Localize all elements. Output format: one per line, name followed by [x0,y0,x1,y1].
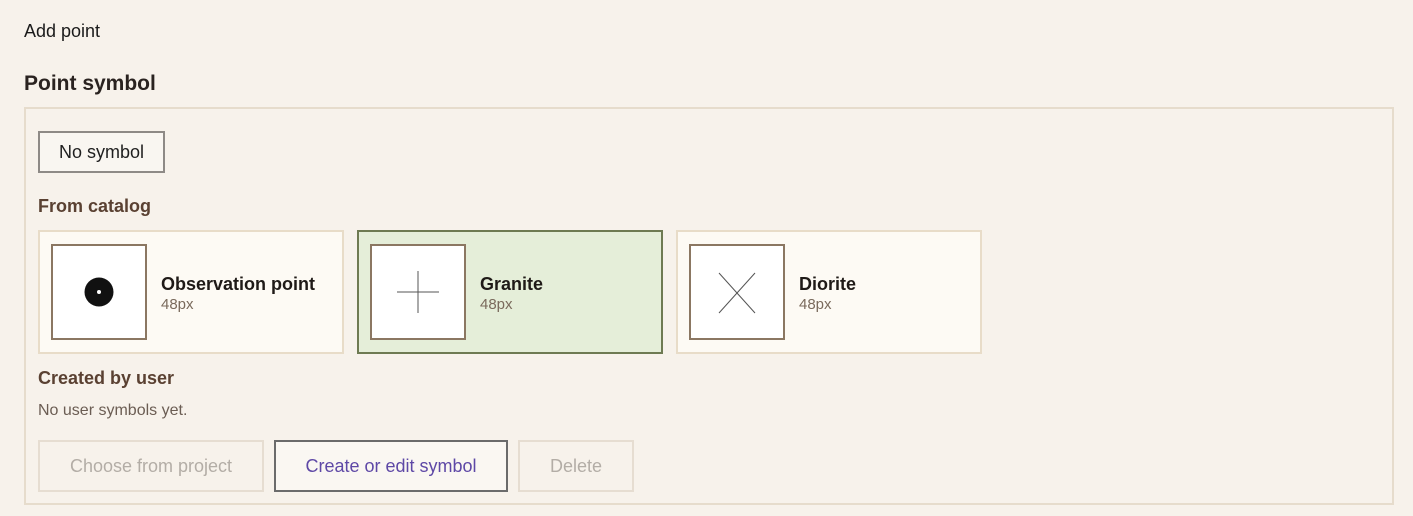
point-symbol-heading: Point symbol [24,72,156,95]
no-symbol-button[interactable]: No symbol [38,131,165,173]
symbol-name: Observation point [161,274,316,294]
catalog-card-granite[interactable]: Granite 48px [357,230,663,354]
symbol-name: Diorite [799,274,857,294]
symbol-size: 48px [480,296,513,313]
from-catalog-heading: From catalog [38,196,152,216]
plus-cross-icon [397,271,439,313]
page-title: Add point [24,21,101,41]
symbol-preview [689,244,785,340]
created-by-user-heading: Created by user [38,368,175,388]
filled-dot-icon [84,277,114,307]
choose-from-project-button[interactable]: Choose from project [38,440,264,492]
create-or-edit-symbol-button[interactable]: Create or edit symbol [274,440,508,492]
symbol-name: Granite [480,274,544,294]
empty-state-text: No user symbols yet. [38,402,188,419]
catalog-card-observation-point[interactable]: Observation point 48px [38,230,344,354]
symbol-preview [370,244,466,340]
catalog-card-diorite[interactable]: Diorite 48px [676,230,982,354]
symbol-size: 48px [161,296,194,313]
symbol-preview [51,244,147,340]
delete-button[interactable]: Delete [518,440,634,492]
symbol-size: 48px [799,296,832,313]
diagonal-cross-icon [718,272,756,314]
point-symbol-panel: No symbol From catalog Observation point… [24,107,1394,505]
